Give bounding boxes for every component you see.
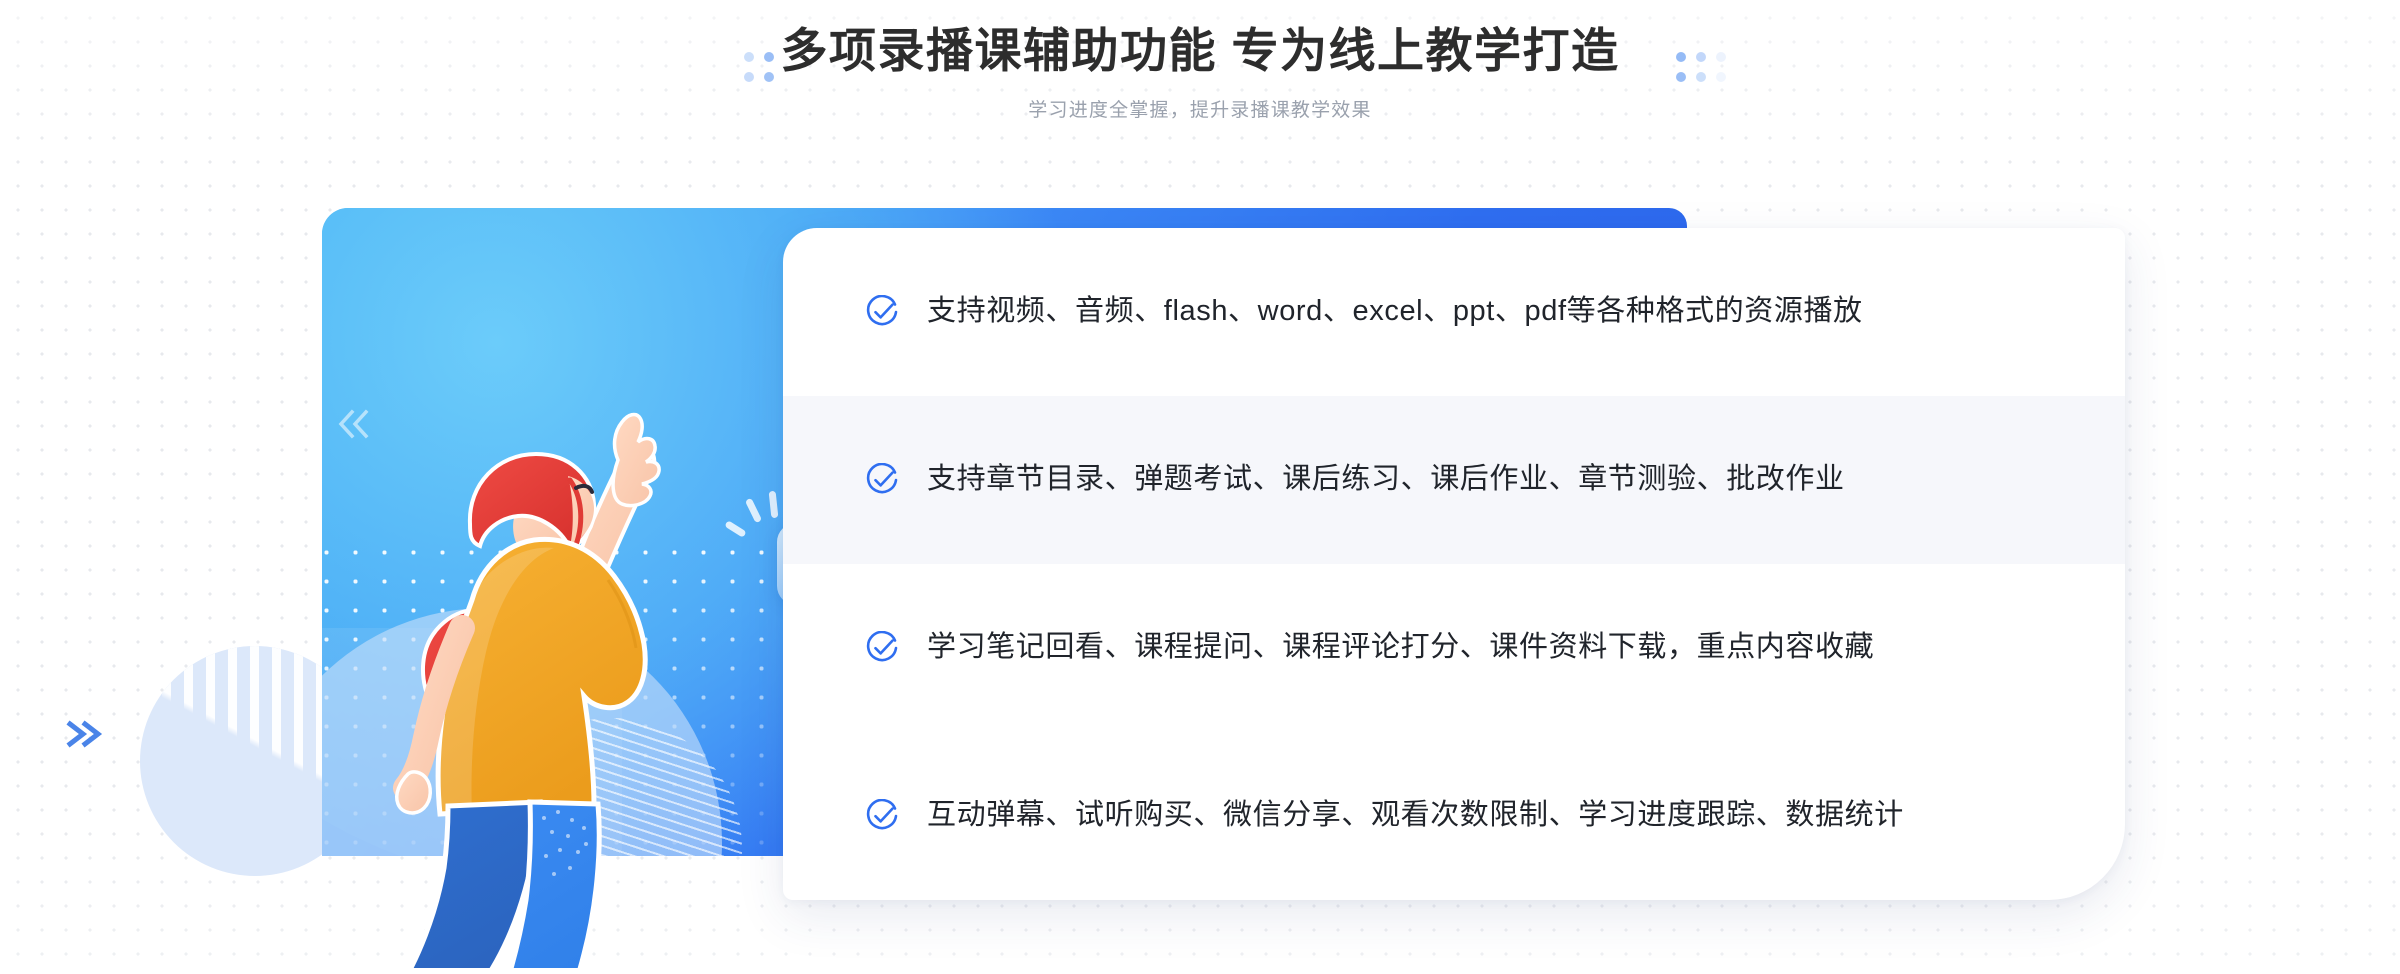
feature-row: 学习笔记回看、课程提问、课程评论打分、课件资料下载，重点内容收藏 bbox=[783, 564, 2125, 732]
dot bbox=[1696, 52, 1706, 62]
dot bbox=[764, 52, 774, 62]
header: 多项录播课辅助功能 专为线上教学打造 学习进度全掌握，提升录播课教学效果 bbox=[0, 0, 2400, 160]
feature-text: 互动弹幕、试听购买、微信分享、观看次数限制、学习进度跟踪、数据统计 bbox=[927, 799, 1904, 832]
check-circle-icon bbox=[865, 630, 899, 665]
dot bbox=[1716, 72, 1726, 82]
dot bbox=[1696, 72, 1706, 82]
check-circle-icon bbox=[865, 798, 899, 833]
dot bbox=[744, 72, 754, 82]
dot bbox=[744, 52, 754, 62]
feature-row: 支持章节目录、弹题考试、课后练习、课后作业、章节测验、批改作业 bbox=[783, 396, 2125, 564]
feature-text: 支持章节目录、弹题考试、课后练习、课后作业、章节测验、批改作业 bbox=[927, 463, 1845, 496]
feature-row: 支持视频、音频、flash、word、excel、ppt、pdf等各种格式的资源… bbox=[783, 228, 2125, 396]
feature-text: 支持视频、音频、flash、word、excel、ppt、pdf等各种格式的资源… bbox=[927, 295, 1863, 328]
dot bbox=[764, 72, 774, 82]
double-chevron-left-icon bbox=[332, 403, 374, 445]
dot bbox=[1676, 52, 1686, 62]
feature-list: 支持视频、音频、flash、word、excel、ppt、pdf等各种格式的资源… bbox=[783, 228, 2125, 900]
feature-row: 互动弹幕、试听购买、微信分享、观看次数限制、学习进度跟踪、数据统计 bbox=[783, 732, 2125, 900]
double-chevron-right-icon bbox=[66, 716, 106, 752]
feature-text: 学习笔记回看、课程提问、课程评论打分、课件资料下载，重点内容收藏 bbox=[927, 631, 1875, 664]
page-title: 多项录播课辅助功能 专为线上教学打造 bbox=[780, 24, 1620, 77]
decorative-dots-left bbox=[744, 52, 774, 82]
check-circle-icon bbox=[865, 462, 899, 497]
page-subtitle: 学习进度全掌握，提升录播课教学效果 bbox=[1028, 99, 1372, 121]
dot bbox=[1676, 72, 1686, 82]
feature-card: 支持视频、音频、flash、word、excel、ppt、pdf等各种格式的资源… bbox=[783, 228, 2125, 900]
decorative-dots-right bbox=[1676, 52, 1726, 82]
check-circle-icon bbox=[865, 294, 899, 329]
dot bbox=[1716, 52, 1726, 62]
